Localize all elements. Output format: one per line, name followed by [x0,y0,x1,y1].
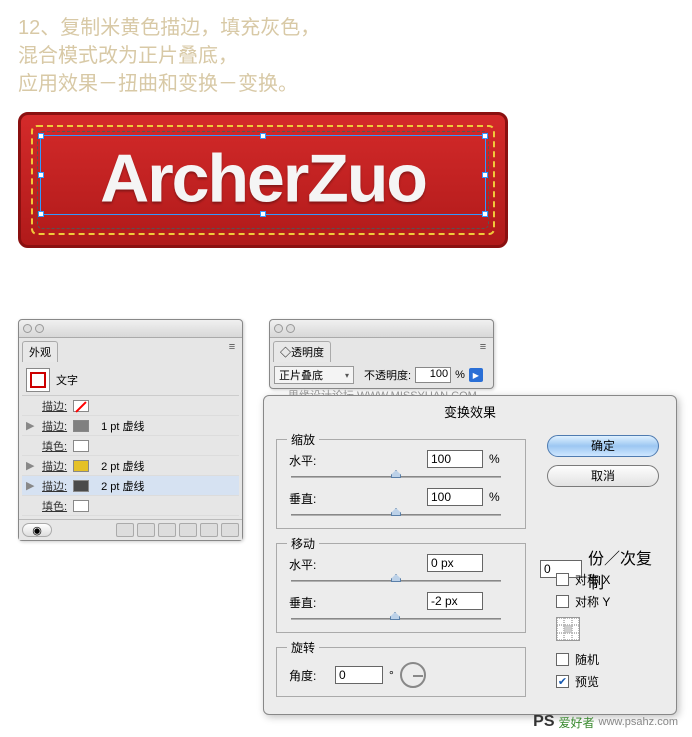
instruction-line: 应用效果－扭曲和变换－变换。 [18,70,674,98]
appearance-thumbnail[interactable] [26,368,50,392]
scale-h-label: 水平: [289,452,329,469]
close-icon[interactable] [274,324,283,333]
move-v-input[interactable] [427,592,483,610]
move-v-label: 垂直: [289,594,329,611]
appearance-row[interactable]: 填色: [22,496,239,516]
panel-header[interactable] [19,320,242,338]
row-toggle[interactable]: ▶ [26,459,36,472]
instruction-line: 混合模式改为正片叠底， [18,42,674,70]
panel-menu-icon[interactable]: ≡ [225,341,239,362]
transparency-panel[interactable]: ◇透明度 ≡ 正片叠底 ▾ 不透明度: 100 % ▶ [269,319,494,389]
sel-handle[interactable] [482,211,488,217]
panel-header[interactable] [270,320,493,338]
mirror-x-checkbox[interactable] [556,573,569,586]
traffic-lights [274,324,295,333]
dialog-title: 变换效果 [264,396,676,427]
sel-handle[interactable] [38,211,44,217]
duplicate-icon[interactable] [200,523,218,537]
fx-icon[interactable] [158,523,176,537]
move-h-label: 水平: [289,556,329,573]
swatch-icon[interactable] [73,420,89,432]
sel-handle[interactable] [260,211,266,217]
tutorial-instructions: 12、复制米黄色描边，填充灰色， 混合模式改为正片叠底， 应用效果－扭曲和变换－… [0,0,692,106]
opacity-input[interactable]: 100 [415,367,451,383]
minimize-icon[interactable] [286,324,295,333]
angle-label: 角度: [289,667,329,684]
opacity-label: 不透明度: [364,367,411,383]
swatch-icon[interactable] [73,440,89,452]
appearance-row[interactable]: ▶ 描边: 2 pt 虚线 [22,456,239,476]
scale-group: 缩放 水平: % 垂直: % [276,439,526,529]
move-group: 移动 水平: 垂直: [276,543,526,633]
preview-checkbox[interactable]: ✔ [556,675,569,688]
opacity-unit: % [455,369,465,381]
visibility-toggle-icon[interactable]: ◉ [22,523,52,537]
cancel-button[interactable]: 取消 [547,465,659,487]
canvas-artwork[interactable]: ArcherZuo [18,112,508,248]
selection-rect [40,135,486,215]
slider-thumb[interactable] [391,470,401,478]
site-watermark: PS 爱好者 www.psahz.com [533,713,682,731]
appearance-row[interactable]: ▶ 描边: 2 pt 虚线 [22,476,239,496]
traffic-lights [23,324,44,333]
instruction-line: 12、复制米黄色描边，填充灰色， [18,14,674,42]
sel-handle[interactable] [260,133,266,139]
row-toggle[interactable]: ▶ [26,419,36,432]
appearance-object-type: 文字 [56,372,78,388]
new-stroke-icon[interactable] [137,523,155,537]
angle-dial[interactable] [400,662,426,688]
mirror-y-checkbox[interactable] [556,595,569,608]
chevron-down-icon: ▾ [345,371,349,380]
appearance-row[interactable]: 填色: [22,436,239,456]
appearance-row[interactable]: 描边: [22,396,239,416]
move-h-input[interactable] [427,554,483,572]
panel-tab[interactable]: 外观 [22,341,58,362]
slider-thumb[interactable] [390,612,400,620]
clear-icon[interactable] [179,523,197,537]
angle-input[interactable] [335,666,383,684]
scale-v-input[interactable] [427,488,483,506]
delete-icon[interactable] [221,523,239,537]
sel-handle[interactable] [38,172,44,178]
random-checkbox[interactable] [556,653,569,666]
scale-h-input[interactable] [427,450,483,468]
ok-button[interactable]: 确定 [547,435,659,457]
appearance-row[interactable]: ▶ 描边: 1 pt 虚线 [22,416,239,436]
sel-handle[interactable] [482,133,488,139]
swatch-icon[interactable] [73,400,89,412]
close-icon[interactable] [23,324,32,333]
reference-point-icon[interactable] [556,617,580,641]
transform-effect-dialog[interactable]: 变换效果 缩放 水平: % 垂直: % 移动 [263,395,677,715]
slider-thumb[interactable] [391,508,401,516]
slider-thumb[interactable] [391,574,401,582]
panel-menu-icon[interactable]: ≡ [476,341,490,362]
new-fill-icon[interactable] [116,523,134,537]
swatch-icon[interactable] [73,500,89,512]
sel-handle[interactable] [38,133,44,139]
row-toggle[interactable]: ▶ [26,479,36,492]
blend-mode-select[interactable]: 正片叠底 ▾ [274,366,354,384]
sel-handle[interactable] [482,172,488,178]
scale-v-label: 垂直: [289,490,329,507]
minimize-icon[interactable] [35,324,44,333]
panel-footer: ◉ [19,519,242,540]
rotate-group: 旋转 角度: ° [276,647,526,697]
appearance-rows: 描边: ▶ 描边: 1 pt 虚线 填色: ▶ 描边: 2 pt 虚线 [22,396,239,516]
appearance-panel[interactable]: 外观 ≡ 文字 描边: ▶ 描边: 1 pt 虚线 填色: [18,319,243,541]
swatch-icon[interactable] [73,460,89,472]
swatch-icon[interactable] [73,480,89,492]
panel-tab[interactable]: ◇透明度 [273,341,331,362]
opacity-flyout-icon[interactable]: ▶ [469,368,483,382]
